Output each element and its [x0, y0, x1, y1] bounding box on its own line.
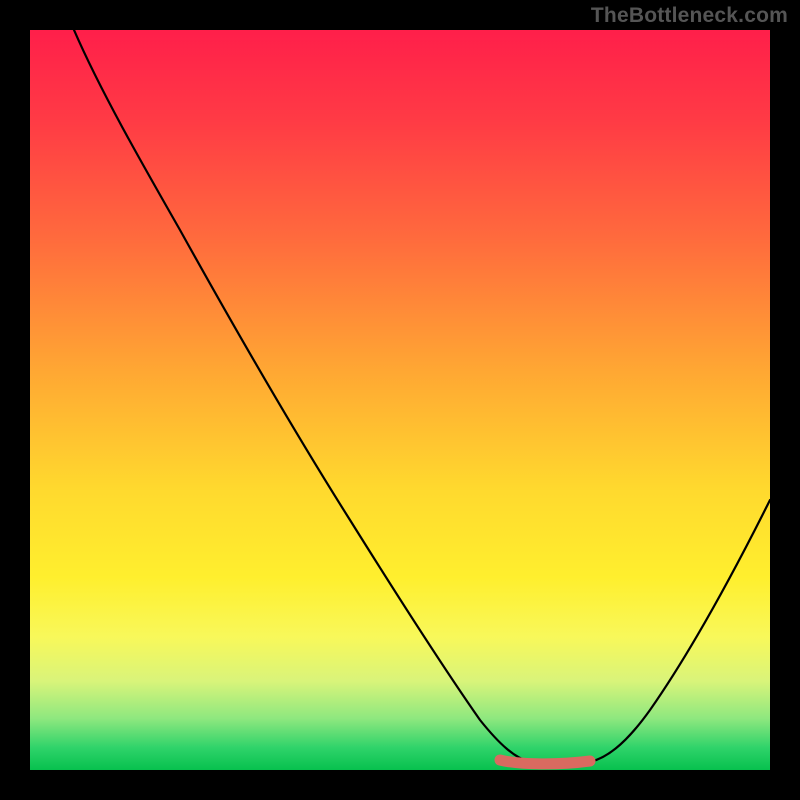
- optimal-range-marker: [500, 760, 590, 764]
- bottleneck-curve: [74, 30, 770, 764]
- watermark-text: TheBottleneck.com: [591, 4, 788, 28]
- chart-frame: TheBottleneck.com: [0, 0, 800, 800]
- plot-area: [30, 30, 770, 770]
- curve-svg: [30, 30, 770, 770]
